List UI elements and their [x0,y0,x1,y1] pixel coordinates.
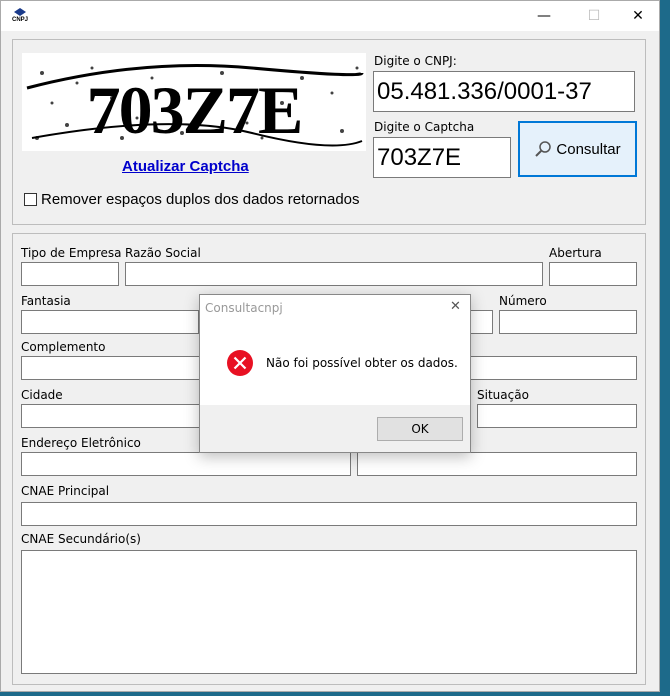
error-icon [226,349,254,377]
search-icon [535,141,552,157]
endereco-eletronico-field[interactable] [21,452,351,476]
complemento-field[interactable] [21,356,201,380]
minimize-button[interactable]: — [521,1,567,31]
captcha-image: 703Z7E [22,53,366,151]
remove-spaces-checkbox[interactable]: Remover espaços duplos dos dados retorna… [24,191,360,208]
dialog-footer: OK [200,405,470,452]
abertura-field[interactable] [549,262,637,286]
maximize-button[interactable]: ☐ [571,1,617,31]
situacao-field[interactable] [477,404,637,428]
cnpj-input[interactable]: 05.481.336/0001-37 [373,71,635,112]
tipo-empresa-label: Tipo de Empresa [21,246,122,260]
refresh-captcha-link[interactable]: Atualizar Captcha [122,158,249,175]
error-dialog: Consultacnpj ✕ Não foi possível obter os… [199,294,471,453]
app-logo-icon: CNPJ [12,8,28,24]
captcha-input[interactable]: 703Z7E [373,137,511,178]
fantasia-label: Fantasia [21,294,71,308]
app-icon-label: CNPJ [12,17,29,23]
cnae-principal-field[interactable] [21,502,637,526]
cidade-label: Cidade [21,388,63,402]
ok-button[interactable]: OK [377,417,463,441]
query-group: 703Z7E Atualizar Captcha Digite o CNPJ: … [12,39,646,225]
title-bar: CNPJ — ☐ ✕ [1,1,659,31]
dialog-message: Não foi possível obter os dados. [266,356,458,370]
complemento-label: Complemento [21,340,106,354]
consultar-button[interactable]: Consultar [518,121,637,177]
fantasia-field[interactable] [21,310,199,334]
consultar-label: Consultar [556,140,621,158]
captcha-text: 703Z7E [87,72,302,148]
tipo-empresa-field[interactable] [21,262,119,286]
cnae-secundario-label: CNAE Secundário(s) [21,532,141,546]
numero-field[interactable] [499,310,637,334]
numero-label: Número [499,294,547,308]
cnae-secundario-textarea[interactable] [21,550,637,674]
captcha-label: Digite o Captcha [374,120,475,134]
abertura-label: Abertura [549,246,602,260]
remove-spaces-label: Remover espaços duplos dos dados retorna… [41,191,360,208]
checkbox-box[interactable] [24,193,37,206]
cidade-field[interactable] [21,404,201,428]
telefone-field[interactable] [357,452,637,476]
razao-social-label: Razão Social [125,246,201,260]
razao-social-field[interactable] [125,262,543,286]
dialog-title: Consultacnpj [205,301,283,315]
endereco-eletronico-label: Endereço Eletrônico [21,436,141,450]
close-button[interactable]: ✕ [615,1,661,31]
cnpj-label: Digite o CNPJ: [374,54,457,68]
situacao-label: Situação [477,388,529,402]
cnae-principal-label: CNAE Principal [21,484,110,498]
dialog-close-button[interactable]: ✕ [450,299,461,314]
